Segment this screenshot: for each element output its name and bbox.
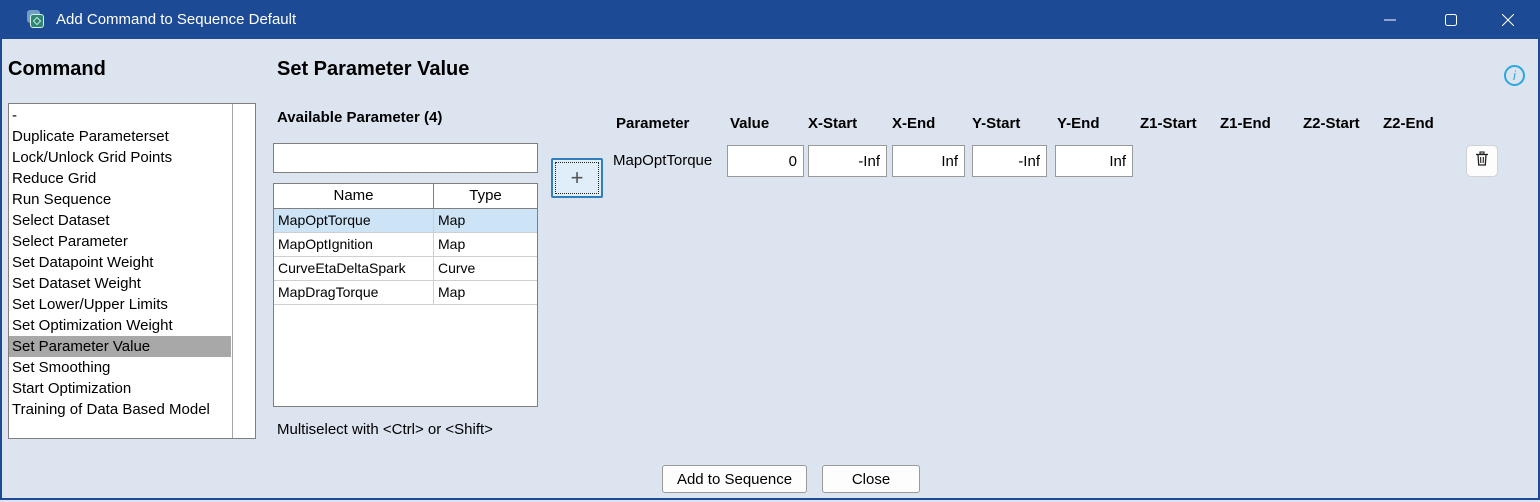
editor-column-header: X-End [892, 115, 935, 132]
title-bar[interactable]: Add Command to Sequence Default [0, 0, 1540, 39]
maximize-icon [1445, 14, 1457, 26]
editor-column-header: Z2-End [1383, 115, 1434, 132]
close-icon [1502, 14, 1514, 26]
close-dialog-button[interactable]: Close [822, 465, 920, 493]
parameter-type-cell: Map [434, 209, 537, 232]
editor-column-header: Value [730, 115, 769, 132]
command-list-scrollbar[interactable] [232, 104, 255, 438]
command-listbox: -Duplicate ParametersetLock/Unlock Grid … [8, 103, 256, 439]
parameter-type-cell: Map [434, 281, 537, 304]
command-heading: Command [8, 58, 106, 81]
command-list-item[interactable]: Set Dataset Weight [9, 273, 231, 294]
command-list-item[interactable]: Set Parameter Value [9, 336, 231, 357]
command-list-item[interactable]: Set Optimization Weight [9, 315, 231, 336]
app-icon [27, 10, 45, 28]
add-to-sequence-button[interactable]: Add to Sequence [662, 465, 807, 493]
x-start-input[interactable] [808, 145, 887, 177]
editor-column-header: Z2-Start [1303, 115, 1360, 132]
editor-column-header: Y-Start [972, 115, 1020, 132]
column-header-type[interactable]: Type [434, 184, 537, 208]
command-list-item[interactable]: Set Smoothing [9, 357, 231, 378]
info-icon[interactable]: i [1504, 65, 1525, 86]
parameter-table-row[interactable]: MapOptTorqueMap [274, 209, 537, 233]
window-title: Add Command to Sequence Default [56, 11, 296, 28]
editor-column-header: Parameter [616, 115, 689, 132]
parameter-table-header: Name Type [274, 184, 537, 209]
command-list-item[interactable]: Training of Data Based Model [9, 399, 231, 420]
maximize-button[interactable] [1428, 0, 1474, 39]
parameter-table-row[interactable]: CurveEtaDeltaSparkCurve [274, 257, 537, 281]
parameter-table-row[interactable]: MapOptIgnitionMap [274, 233, 537, 257]
parameter-table: Name Type MapOptTorqueMapMapOptIgnitionM… [273, 183, 538, 407]
multiselect-hint: Multiselect with <Ctrl> or <Shift> [277, 421, 493, 438]
command-list: -Duplicate ParametersetLock/Unlock Grid … [9, 105, 231, 437]
parameter-type-cell: Map [434, 233, 537, 256]
command-list-item[interactable]: Lock/Unlock Grid Points [9, 147, 231, 168]
editor-row-parameter: MapOptTorque [613, 152, 712, 169]
minimize-icon [1384, 14, 1396, 26]
value-input[interactable] [727, 145, 804, 177]
command-list-item[interactable]: Reduce Grid [9, 168, 231, 189]
command-list-item[interactable]: Start Optimization [9, 378, 231, 399]
param-table-body: MapOptTorqueMapMapOptIgnitionMapCurveEta… [274, 209, 537, 305]
parameter-name-cell: CurveEtaDeltaSpark [274, 257, 434, 280]
parameter-name-cell: MapDragTorque [274, 281, 434, 304]
command-list-item[interactable]: - [9, 105, 231, 126]
command-list-item[interactable]: Set Datapoint Weight [9, 252, 231, 273]
parameter-name-cell: MapOptIgnition [274, 233, 434, 256]
command-list-item[interactable]: Duplicate Parameterset [9, 126, 231, 147]
parameter-table-row[interactable]: MapDragTorqueMap [274, 281, 537, 305]
minimize-button[interactable] [1367, 0, 1413, 39]
command-list-item[interactable]: Set Lower/Upper Limits [9, 294, 231, 315]
parameter-type-cell: Curve [434, 257, 537, 280]
available-parameter-label: Available Parameter (4) [277, 109, 442, 126]
trash-icon [1475, 151, 1489, 171]
close-button[interactable] [1485, 0, 1531, 39]
delete-row-button[interactable] [1466, 145, 1498, 177]
command-list-item[interactable]: Run Sequence [9, 189, 231, 210]
editor-column-header: Z1-End [1220, 115, 1271, 132]
column-header-name[interactable]: Name [274, 184, 434, 208]
detail-heading: Set Parameter Value [277, 58, 469, 81]
editor-column-header: Y-End [1057, 115, 1100, 132]
parameter-name-cell: MapOptTorque [274, 209, 434, 232]
editor-column-header: Z1-Start [1140, 115, 1197, 132]
y-start-input[interactable] [972, 145, 1047, 177]
parameter-filter-input[interactable] [273, 143, 538, 173]
y-end-input[interactable] [1055, 145, 1133, 177]
command-list-item[interactable]: Select Parameter [9, 231, 231, 252]
editor-column-header: X-Start [808, 115, 857, 132]
focus-rectangle [555, 162, 599, 194]
x-end-input[interactable] [892, 145, 965, 177]
add-parameter-button[interactable]: + [551, 158, 603, 198]
command-list-item[interactable]: Select Dataset [9, 210, 231, 231]
